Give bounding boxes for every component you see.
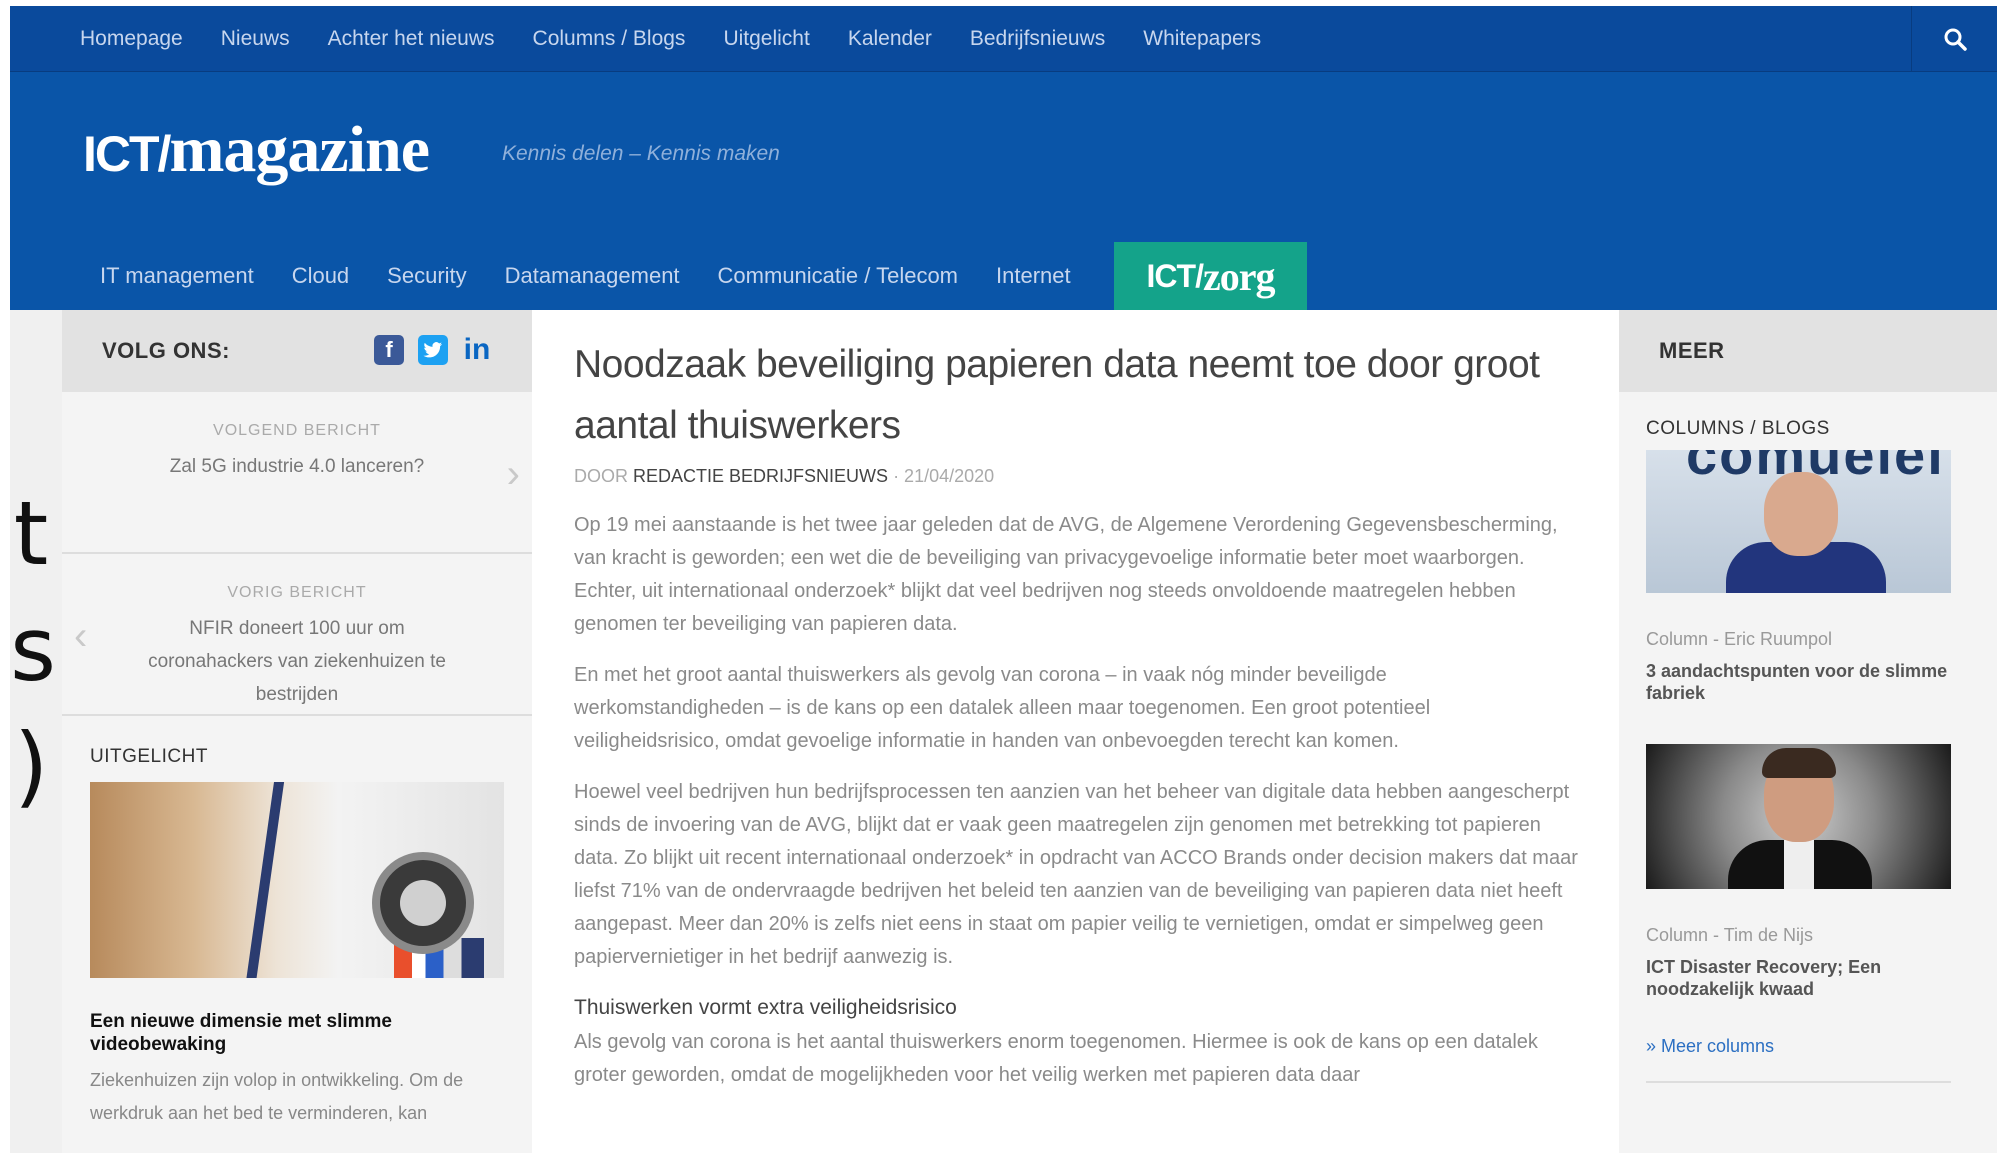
site-tagline: Kennis delen – Kennis maken: [502, 142, 780, 165]
more-bar: MEER: [1619, 310, 1997, 392]
category-internet[interactable]: Internet: [996, 263, 1071, 289]
top-nav-item-homepage[interactable]: Homepage: [80, 27, 183, 51]
previous-post[interactable]: VORIG BERICHT NFIR doneert 100 uur om co…: [62, 554, 532, 716]
portrait-shirt: [1784, 840, 1814, 889]
article-paragraph: Als gevolg van corona is het aantal thui…: [574, 1031, 1538, 1086]
zorg-ict: ICT/: [1146, 257, 1204, 294]
columns-section: COLUMNS / BLOGS comuelei Column - Eric R…: [1646, 418, 1951, 1083]
next-post-kicker: VOLGEND BERICHT: [213, 422, 381, 439]
portrait-hair: [1762, 748, 1836, 778]
category-datamanagement[interactable]: Datamanagement: [505, 263, 680, 289]
search-icon: [1944, 28, 1967, 51]
page: Homepage Nieuws Achter het nieuws Column…: [10, 6, 1997, 1153]
stethoscope-tube: [244, 782, 286, 978]
twitter-icon[interactable]: [418, 335, 448, 365]
facebook-icon[interactable]: f: [374, 335, 404, 365]
article-paragraph: Op 19 mei aanstaande is het twee jaar ge…: [574, 514, 1558, 635]
columns-heading: COLUMNS / BLOGS: [1646, 418, 1830, 439]
article-byline: DOOR REDACTIE BEDRIJFSNIEUWS · 21/04/202…: [574, 466, 1579, 487]
featured-section: UITGELICHT Een nieuwe dimensie met slimm…: [62, 716, 532, 1130]
left-gutter-top: [10, 310, 62, 392]
column-meta: Column - Tim de Nijs: [1646, 925, 1814, 945]
left-frame: [0, 0, 10, 1153]
article-author[interactable]: REDACTIE BEDRIJFSNIEUWS: [633, 466, 888, 486]
main-content: Noodzaak beveiliging papieren data neemt…: [532, 310, 1619, 1153]
top-nav-item-columns-blogs[interactable]: Columns / Blogs: [533, 27, 686, 51]
column-image-tim[interactable]: [1646, 744, 1951, 889]
follow-bar: VOLG ONS: f in: [62, 310, 532, 392]
chevron-right-icon[interactable]: ›: [507, 452, 520, 497]
column-title[interactable]: 3 aandachtspunten voor de slimme fabriek: [1646, 660, 1951, 704]
category-security[interactable]: Security: [387, 263, 466, 289]
column-image-eric[interactable]: comuelei: [1646, 450, 1951, 593]
search-button[interactable]: [1911, 6, 1997, 71]
site-logo[interactable]: ICT/magazine: [83, 112, 430, 188]
previous-post-kicker: VORIG BERICHT: [227, 584, 367, 601]
column-meta: Column - Eric Ruumpol: [1646, 629, 1833, 649]
category-ict-zorg[interactable]: ICT/zorg: [1114, 242, 1307, 310]
logo-magazine: magazine: [169, 113, 430, 186]
article-title: Noodzaak beveiliging papieren data neemt…: [574, 343, 1540, 447]
top-nav-items: Homepage Nieuws Achter het nieuws Column…: [80, 6, 1299, 71]
featured-heading: UITGELICHT: [90, 746, 208, 767]
logo-ict: ICT/: [83, 126, 171, 182]
overlay-text: nt ys 0): [10, 482, 56, 817]
featured-excerpt: Ziekenhuizen zijn volop in ontwikkeling.…: [90, 1070, 464, 1123]
next-post-title[interactable]: Zal 5G industrie 4.0 lanceren?: [127, 450, 467, 483]
article-subheading: Thuiswerken vormt extra veiligheidsrisic…: [574, 996, 957, 1019]
top-nav-item-bedrijfsnieuws[interactable]: Bedrijfsnieuws: [970, 27, 1105, 51]
article-date: · 21/04/2020: [893, 466, 995, 486]
social-links: f in: [360, 333, 492, 366]
top-nav-item-kalender[interactable]: Kalender: [848, 27, 932, 51]
byline-prefix: DOOR: [574, 466, 628, 486]
article-paragraph: Hoewel veel bedrijven hun bedrijfsproces…: [574, 781, 1578, 968]
site-header: ICT/magazine Kennis delen – Kennis maken…: [10, 72, 1997, 310]
featured-title[interactable]: Een nieuwe dimensie met slimme videobewa…: [90, 1010, 480, 1056]
top-nav-item-whitepapers[interactable]: Whitepapers: [1143, 27, 1261, 51]
previous-post-title[interactable]: NFIR doneert 100 uur om coronahackers va…: [127, 612, 467, 711]
follow-label: VOLG ONS:: [102, 338, 230, 363]
top-nav-item-uitgelicht[interactable]: Uitgelicht: [723, 27, 809, 51]
right-sidebar: MEER COLUMNS / BLOGS comuelei Column - E…: [1619, 310, 1997, 1153]
column-title[interactable]: ICT Disaster Recovery; Een noodzakelijk …: [1646, 956, 1951, 1000]
top-nav-item-achter-het-nieuws[interactable]: Achter het nieuws: [328, 27, 495, 51]
left-sidebar: VOLG ONS: f in VOLGEND BERICHT Zal 5G in…: [62, 310, 532, 1153]
article-paragraph: En met het groot aantal thuiswerkers als…: [574, 664, 1431, 752]
category-nav: IT management Cloud Security Datamanagem…: [62, 242, 1071, 310]
linkedin-icon[interactable]: in: [462, 333, 492, 366]
next-post[interactable]: VOLGEND BERICHT Zal 5G industrie 4.0 lan…: [62, 392, 532, 554]
stethoscope-icon: [372, 852, 474, 954]
article: Noodzaak beveiliging papieren data neemt…: [574, 334, 1579, 1092]
category-communicatie-telecom[interactable]: Communicatie / Telecom: [718, 263, 958, 289]
more-columns-link[interactable]: » Meer columns: [1646, 1036, 1951, 1083]
top-nav: Homepage Nieuws Achter het nieuws Column…: [10, 6, 1997, 72]
more-label: MEER: [1659, 338, 1725, 363]
zorg-word: zorg: [1202, 253, 1276, 299]
category-it-management[interactable]: IT management: [100, 263, 254, 289]
featured-image[interactable]: [90, 782, 504, 978]
portrait-head: [1764, 472, 1838, 556]
category-cloud[interactable]: Cloud: [292, 263, 349, 289]
top-nav-item-nieuws[interactable]: Nieuws: [221, 27, 290, 51]
